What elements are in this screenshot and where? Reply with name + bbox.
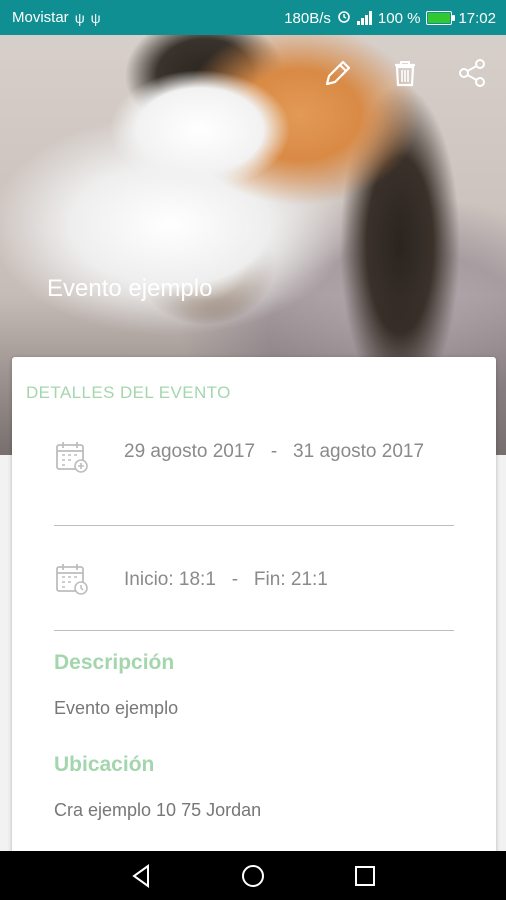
- alarm-icon: [337, 9, 351, 27]
- date-start: 29 agosto 2017: [124, 441, 256, 462]
- calendar-clock-icon: [56, 564, 88, 595]
- description-heading: Descripción: [54, 651, 175, 674]
- pencil-icon: [325, 60, 351, 86]
- battery-percent: 100 %: [377, 9, 421, 27]
- delete-button[interactable]: [385, 53, 425, 93]
- usb-icon: ψ: [74, 9, 85, 26]
- clock: 17:02: [458, 9, 496, 27]
- time-range: Inicio: 18:1 - Fin: 21:1: [124, 567, 328, 592]
- time-row: Inicio: 18:1 - Fin: 21:1: [54, 561, 454, 597]
- share-icon: [459, 59, 485, 87]
- system-nav-bar: [0, 851, 506, 900]
- calendar-add-icon: [56, 442, 88, 473]
- card-heading: DETALLES DEL EVENTO: [26, 383, 231, 402]
- back-icon: [132, 864, 149, 888]
- net-speed-label: 180B/s: [284, 9, 331, 27]
- status-left: Movistar ψ ψ: [12, 9, 101, 26]
- event-title: Evento ejemplo: [47, 275, 213, 302]
- battery-icon: [426, 11, 456, 25]
- back-button[interactable]: [126, 861, 156, 891]
- time-separator: -: [231, 569, 239, 590]
- home-icon: [242, 865, 264, 887]
- location-text: Cra ejemplo 10 75 Jordan: [54, 800, 262, 820]
- battery-level-fill: [428, 13, 451, 23]
- date-range: 29 agosto 2017 - 31 agosto 2017: [124, 439, 424, 464]
- description-text: Evento ejemplo: [54, 698, 179, 718]
- home-button[interactable]: [238, 861, 268, 891]
- event-details-card: DETALLES DEL EVENTO 29 agosto 2017 - 31 …: [12, 357, 496, 877]
- time-start: Inicio: 18:1: [124, 569, 216, 590]
- trash-icon: [395, 61, 415, 87]
- divider: [54, 525, 454, 526]
- carrier-label: Movistar: [12, 9, 69, 26]
- status-bar: Movistar ψ ψ 180B/s 100 % 17:02: [0, 0, 506, 35]
- date-end: 31 agosto 2017: [293, 441, 425, 462]
- time-end: Fin: 21:1: [253, 569, 328, 590]
- recents-icon: [355, 866, 375, 886]
- divider: [54, 630, 454, 631]
- edit-button[interactable]: [318, 53, 358, 93]
- location-heading: Ubicación: [54, 753, 155, 776]
- date-separator: -: [270, 441, 278, 462]
- date-row: 29 agosto 2017 - 31 agosto 2017: [54, 439, 454, 475]
- signal-icon: [356, 11, 372, 25]
- recents-button[interactable]: [350, 861, 380, 891]
- usb-icon: ψ: [90, 9, 101, 26]
- status-right: 180B/s 100 % 17:02: [284, 9, 496, 27]
- share-button[interactable]: [452, 53, 492, 93]
